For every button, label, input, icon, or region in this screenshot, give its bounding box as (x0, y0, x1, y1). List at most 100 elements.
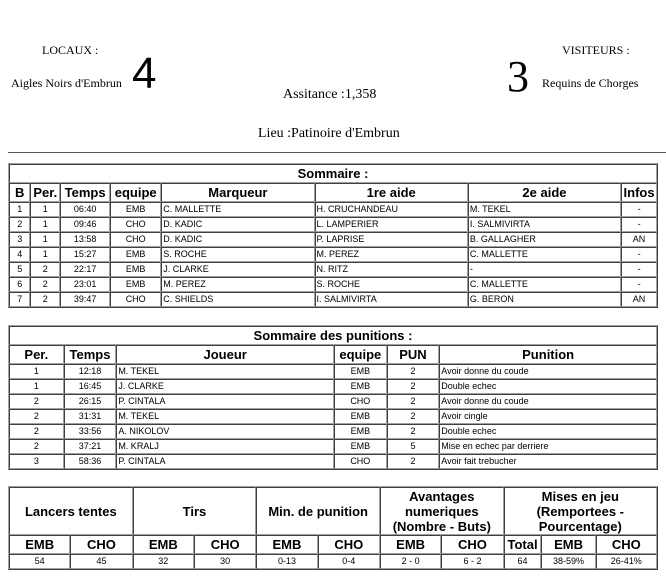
goal-cell-per: 1 (30, 247, 61, 262)
penalty-cell-pun: 2 (386, 364, 440, 379)
goal-cell-equipe: EMB (110, 202, 162, 217)
penalty-cell-pun: 2 (386, 379, 440, 394)
goal-cell-temps: 22:17 (60, 262, 111, 277)
goal-row: 1 1 06:40 EMB C. MALLETTE H. CRUCHANDEAU M. TE… (9, 202, 657, 217)
stats-subheader-emb: EMB (9, 535, 71, 554)
goal-cell-2e-aide: I. SALMIVIRTA (467, 217, 622, 232)
away-team-name: Requins de Chorges (542, 76, 639, 90)
stats-value: 32 (132, 554, 194, 569)
stats-group-row: Lancers tentes Tirs Min. de punition Avanta… (9, 487, 657, 535)
penalty-row: 3 58:36 P. CINTALA CHO 2 Avoir fait trebucher (9, 454, 657, 469)
goal-cell-infos: AN (621, 292, 657, 307)
goal-cell-b: 1 (9, 202, 31, 217)
goal-cell-1re-aide: M. PEREZ (314, 247, 468, 262)
penalty-cell-per: 3 (9, 454, 64, 469)
goal-row: 5 2 22:17 EMB J. CLARKE N. RITZ - - (9, 262, 657, 277)
goal-cell-infos: - (621, 262, 657, 277)
penalty-cell-pun: 5 (386, 439, 440, 454)
stats-subheader-cho: CHO (317, 535, 380, 554)
goals-body: 1 1 06:40 EMB C. MALLETTE H. CRUCHANDEAU M. TE… (9, 202, 657, 307)
col-header-joueur: Joueur (116, 345, 334, 364)
goal-cell-marqueur: D. KADIC (161, 232, 315, 247)
col-header-per: Per. (9, 345, 64, 364)
stats-subheader-cho: CHO (193, 535, 257, 554)
col-header-pun: PUN (386, 345, 440, 364)
goal-cell-b: 4 (9, 247, 31, 262)
goal-row: 3 1 13:58 CHO D. KADIC P. LAPRISE B. GALLAGHER… (9, 232, 657, 247)
goal-cell-per: 2 (30, 292, 61, 307)
col-header-equipe: equipe (334, 345, 387, 364)
goal-cell-1re-aide: I. SALMIVIRTA (314, 292, 468, 307)
goal-cell-marqueur: S. ROCHE (161, 247, 315, 262)
stats-subheader-cho: CHO (441, 535, 504, 554)
penalty-row: 2 37:21 M. KRALJ EMB 5 Mise en echec par derr… (9, 439, 657, 454)
penalty-cell-pun: 2 (386, 394, 440, 409)
goal-cell-2e-aide: C. MALLETTE (467, 247, 622, 262)
col-header-infos: Infos (621, 183, 657, 202)
penalty-cell-equipe: EMB (334, 364, 387, 379)
goal-cell-temps: 39:47 (60, 292, 111, 307)
stats-value: 2 - 0 (379, 554, 442, 569)
stats-subheader-emb: EMB (132, 535, 194, 554)
penalties-summary-table: Sommaire des punitions : Per. Temps Joueur… (8, 325, 658, 470)
penalty-cell-punition: Avoir cingle (439, 409, 657, 424)
goal-cell-1re-aide: N. RITZ (314, 262, 468, 277)
penalty-cell-per: 1 (9, 364, 64, 379)
penalty-cell-temps: 33:56 (63, 424, 117, 439)
penalties-header-row: Per. Temps Joueur equipe PUN Punition (9, 345, 657, 364)
goal-cell-temps: 09:46 (60, 217, 111, 232)
col-header-equipe: equipe (110, 183, 162, 202)
penalty-cell-punition: Double echec (439, 424, 657, 439)
stats-value: 30 (193, 554, 257, 569)
stats-value: 38-59% (541, 554, 596, 569)
penalty-cell-temps: 37:21 (63, 439, 117, 454)
col-header-punition: Punition (439, 345, 657, 364)
col-header-marqueur: Marqueur (161, 183, 315, 202)
penalty-cell-temps: 31:31 (63, 409, 117, 424)
goal-cell-1re-aide: H. CRUCHANDEAU (314, 202, 468, 217)
goals-header-row: B Per. Temps equipe Marqueur 1re aide 2e aide I… (9, 183, 657, 202)
goal-cell-temps: 23:01 (60, 277, 111, 292)
penalty-cell-per: 1 (9, 379, 64, 394)
col-header-temps: Temps (60, 183, 111, 202)
penalty-cell-per: 2 (9, 394, 64, 409)
goal-cell-2e-aide: B. GALLAGHER (467, 232, 622, 247)
goal-cell-equipe: CHO (110, 292, 162, 307)
stats-group-tirs: Tirs (132, 487, 257, 535)
stats-value: 54 (9, 554, 71, 569)
goal-cell-2e-aide: C. MALLETTE (467, 277, 622, 292)
away-score: 3 (507, 52, 529, 101)
goal-cell-equipe: EMB (110, 277, 162, 292)
penalty-cell-pun: 2 (386, 409, 440, 424)
goal-cell-marqueur: C. MALLETTE (161, 202, 315, 217)
stats-subheader-total: Total (503, 535, 542, 554)
penalty-cell-punition: Avoir fait trebucher (439, 454, 657, 469)
penalty-cell-joueur: M. KRALJ (116, 439, 334, 454)
penalty-cell-equipe: EMB (334, 379, 387, 394)
penalty-cell-per: 2 (9, 424, 64, 439)
goal-cell-equipe: CHO (110, 232, 162, 247)
penalty-row: 2 31:31 M. TEKEL EMB 2 Avoir cingle (9, 409, 657, 424)
goal-cell-b: 6 (9, 277, 31, 292)
penalty-cell-equipe: CHO (334, 394, 387, 409)
goal-cell-1re-aide: S. ROCHE (314, 277, 468, 292)
penalty-cell-punition: Avoir donne du coude (439, 364, 657, 379)
stats-value: 0-4 (317, 554, 380, 569)
stats-subheader-emb: EMB (379, 535, 442, 554)
penalty-cell-equipe: CHO (334, 454, 387, 469)
col-header-per: Per. (30, 183, 61, 202)
penalty-cell-punition: Double echec (439, 379, 657, 394)
goal-cell-marqueur: M. PEREZ (161, 277, 315, 292)
stats-group-avantages-numeriques-nombre-buts: Avantages numeriques (Nombre - Buts) (379, 487, 504, 535)
stats-subheader-row: EMB CHO EMB CHO EMB CHO EMB CHO Total EMB CHO (9, 535, 657, 554)
away-label: VISITEURS : (562, 43, 630, 57)
penalty-cell-pun: 2 (386, 454, 440, 469)
goal-cell-2e-aide: - (467, 262, 622, 277)
penalty-cell-equipe: EMB (334, 439, 387, 454)
penalty-cell-joueur: M. TEKEL (116, 364, 334, 379)
goal-row: 7 2 39:47 CHO C. SHIELDS I. SALMIVIRTA G. BERO… (9, 292, 657, 307)
goal-row: 6 2 23:01 EMB M. PEREZ S. ROCHE C. MALLETTE - (9, 277, 657, 292)
penalties-body: 1 12:18 M. TEKEL EMB 2 Avoir donne du coude 1 1… (9, 364, 657, 469)
penalty-cell-joueur: P. CINTALA (116, 454, 334, 469)
stats-value: 0-13 (256, 554, 318, 569)
